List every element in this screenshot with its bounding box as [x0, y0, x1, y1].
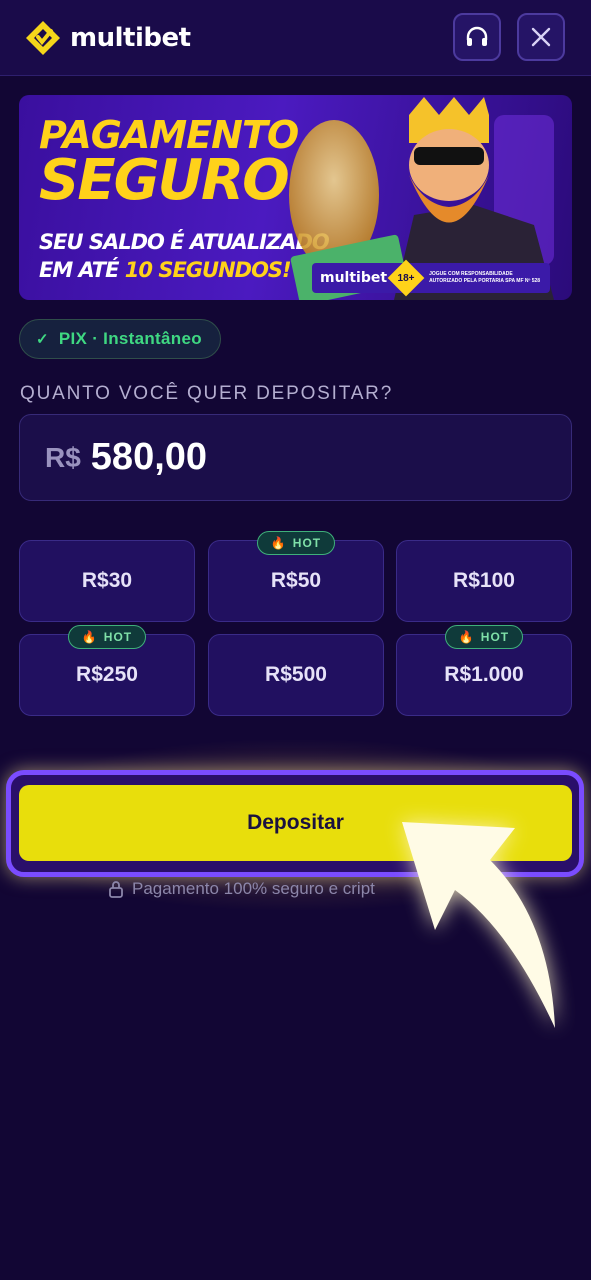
banner-title-2: SEGURO: [39, 148, 290, 213]
quick-amount-100[interactable]: R$100: [396, 540, 572, 622]
responsibility-note: JOGUE COM RESPONSABILIDADE AUTORIZADO PE…: [429, 271, 541, 284]
banner-subtitle-2: EM ATÉ 10 SEGUNDOS!: [39, 258, 292, 282]
brand-name: multibet: [70, 23, 191, 53]
close-button[interactable]: [517, 13, 565, 61]
deposit-amount-input[interactable]: R$ 580,00: [19, 414, 572, 501]
pointer-arrow-icon: [402, 822, 555, 1028]
support-button[interactable]: [453, 13, 501, 61]
deposit-question-label: QUANTO VOCÊ QUER DEPOSITAR?: [20, 383, 394, 404]
deposit-amount-value: 580,00: [90, 436, 208, 478]
flame-icon: 🔥: [458, 630, 475, 644]
quick-amount-30[interactable]: R$30: [19, 540, 195, 622]
flame-icon: 🔥: [270, 536, 287, 550]
lock-icon: [109, 881, 123, 898]
promo-banner: PAGAMENTO SEGURO SEU SALDO É ATUALIZADO …: [19, 95, 572, 300]
hot-badge: 🔥 HOT: [68, 625, 146, 649]
payment-method-pill[interactable]: ✓ PIX · Instantâneo: [19, 319, 221, 359]
banner-footer-bar: multibet 18+ JOGUE COM RESPONSABILIDADE …: [312, 259, 550, 297]
currency-symbol: R$: [45, 441, 81, 473]
multibet-logo[interactable]: multibet: [24, 18, 191, 58]
hot-badge: 🔥 HOT: [257, 531, 335, 555]
close-icon: [531, 27, 551, 47]
banner-mini-logo: multibet: [320, 270, 388, 286]
multibet-logo-icon: [26, 21, 60, 55]
check-icon: ✓: [36, 331, 49, 348]
app-header: multibet: [0, 0, 591, 76]
security-note: Pagamento 100% seguro e cript: [108, 879, 375, 899]
headset-icon: [466, 26, 488, 46]
payment-method-label: PIX · Instantâneo: [58, 329, 202, 348]
flame-icon: 🔥: [81, 630, 98, 644]
quick-amount-500[interactable]: R$500: [208, 634, 384, 716]
age-badge: 18+: [387, 259, 425, 297]
hot-badge: 🔥 HOT: [445, 625, 523, 649]
